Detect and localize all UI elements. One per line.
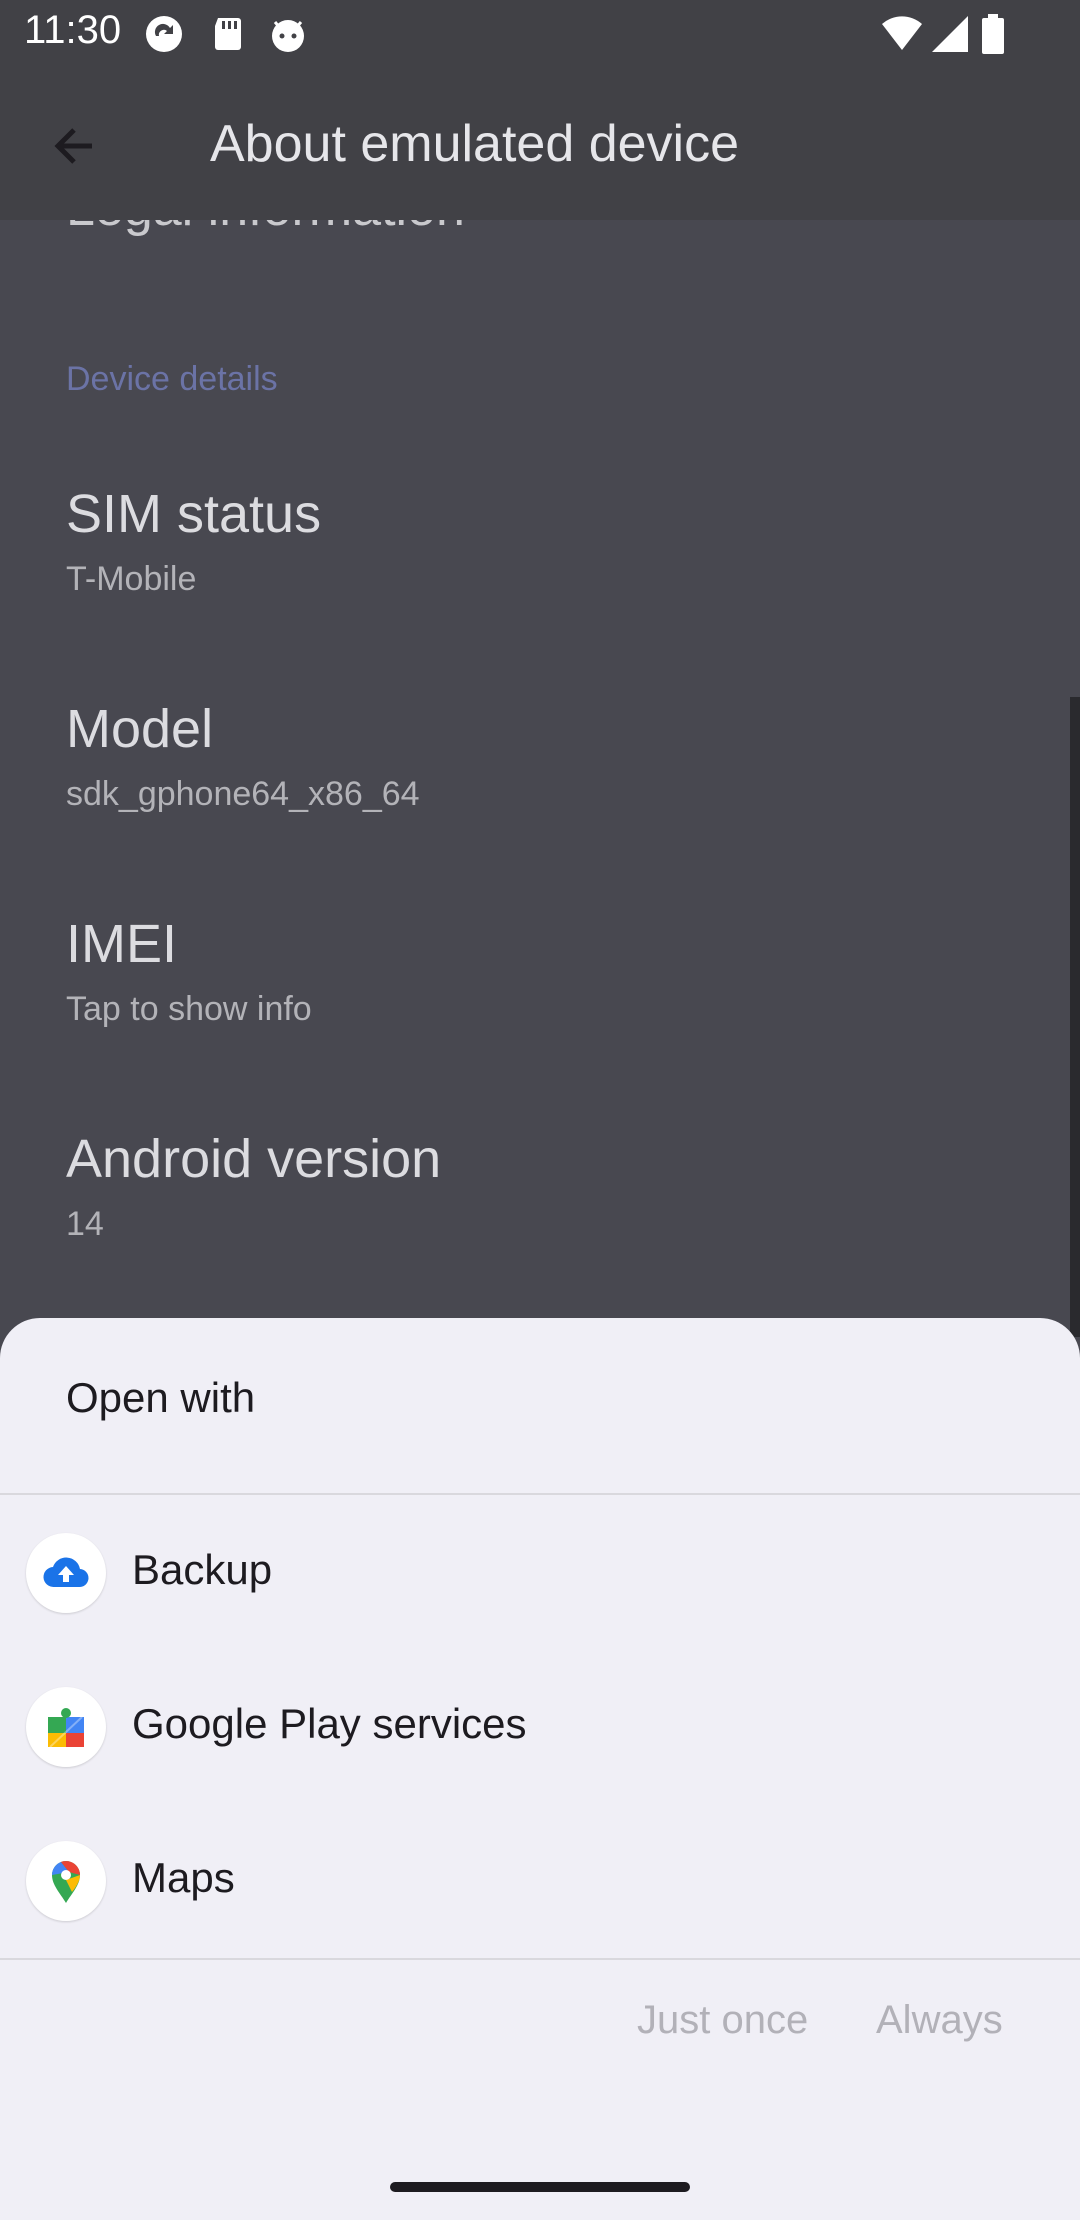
- section-header-device-details: Device details: [66, 360, 278, 398]
- list-item-title: Android version: [66, 1129, 442, 1189]
- app-option-label: Google Play services: [132, 1700, 527, 1747]
- list-item-summary: Tap to show info: [66, 990, 312, 1028]
- app-option-maps[interactable]: Maps: [0, 1804, 1080, 1958]
- list-item-title: SIM status: [66, 484, 322, 544]
- battery-icon: [982, 14, 1004, 54]
- navigation-handle[interactable]: [390, 2182, 690, 2192]
- list-item-android-version[interactable]: Android version 14: [66, 1127, 441, 1244]
- status-bar: 11:30: [0, 0, 1080, 66]
- list-item-title: Model: [66, 699, 214, 759]
- list-item-imei[interactable]: IMEI Tap to show info: [66, 912, 312, 1029]
- list-item-summary: T-Mobile: [66, 560, 197, 598]
- app-bar: About emulated device: [0, 66, 1080, 220]
- list-item-summary: sdk_gphone64_x86_64: [66, 775, 420, 813]
- list-item-legal-information[interactable]: Legal information: [66, 220, 465, 238]
- list-item-sim-status[interactable]: SIM status T-Mobile: [66, 482, 321, 599]
- app-option-label: Backup: [132, 1546, 273, 1593]
- divider: [0, 1958, 1080, 1960]
- map-pin-icon: [26, 1841, 106, 1921]
- open-with-sheet: Open with Backup Google Play services Ma…: [0, 1318, 1080, 2220]
- app-option-label: Maps: [132, 1854, 235, 1901]
- signal-icon: [932, 16, 968, 52]
- divider: [0, 1493, 1080, 1495]
- puzzle-icon: [26, 1687, 106, 1767]
- status-time: 11:30: [24, 8, 122, 52]
- always-button[interactable]: Always: [876, 1998, 1003, 2043]
- settings-list: Legal information Device details SIM sta…: [0, 220, 1080, 1320]
- sheet-title: Open with: [66, 1374, 256, 1421]
- android-debug-icon: [272, 20, 304, 52]
- sd-card-icon: [215, 18, 241, 50]
- cloud-upload-icon: [26, 1533, 106, 1613]
- just-once-button[interactable]: Just once: [637, 1998, 808, 2043]
- page-title: About emulated device: [210, 115, 740, 173]
- list-item-summary: 14: [66, 1205, 104, 1243]
- list-item-model[interactable]: Model sdk_gphone64_x86_64: [66, 697, 420, 814]
- app-option-backup[interactable]: Backup: [0, 1496, 1080, 1650]
- wifi-icon: [882, 16, 922, 50]
- app-option-google-play-services[interactable]: Google Play services: [0, 1650, 1080, 1804]
- sync-app-icon: [146, 16, 182, 52]
- scrollbar[interactable]: [1070, 697, 1080, 1337]
- list-item-title: IMEI: [66, 914, 178, 974]
- back-arrow-icon[interactable]: [44, 116, 104, 176]
